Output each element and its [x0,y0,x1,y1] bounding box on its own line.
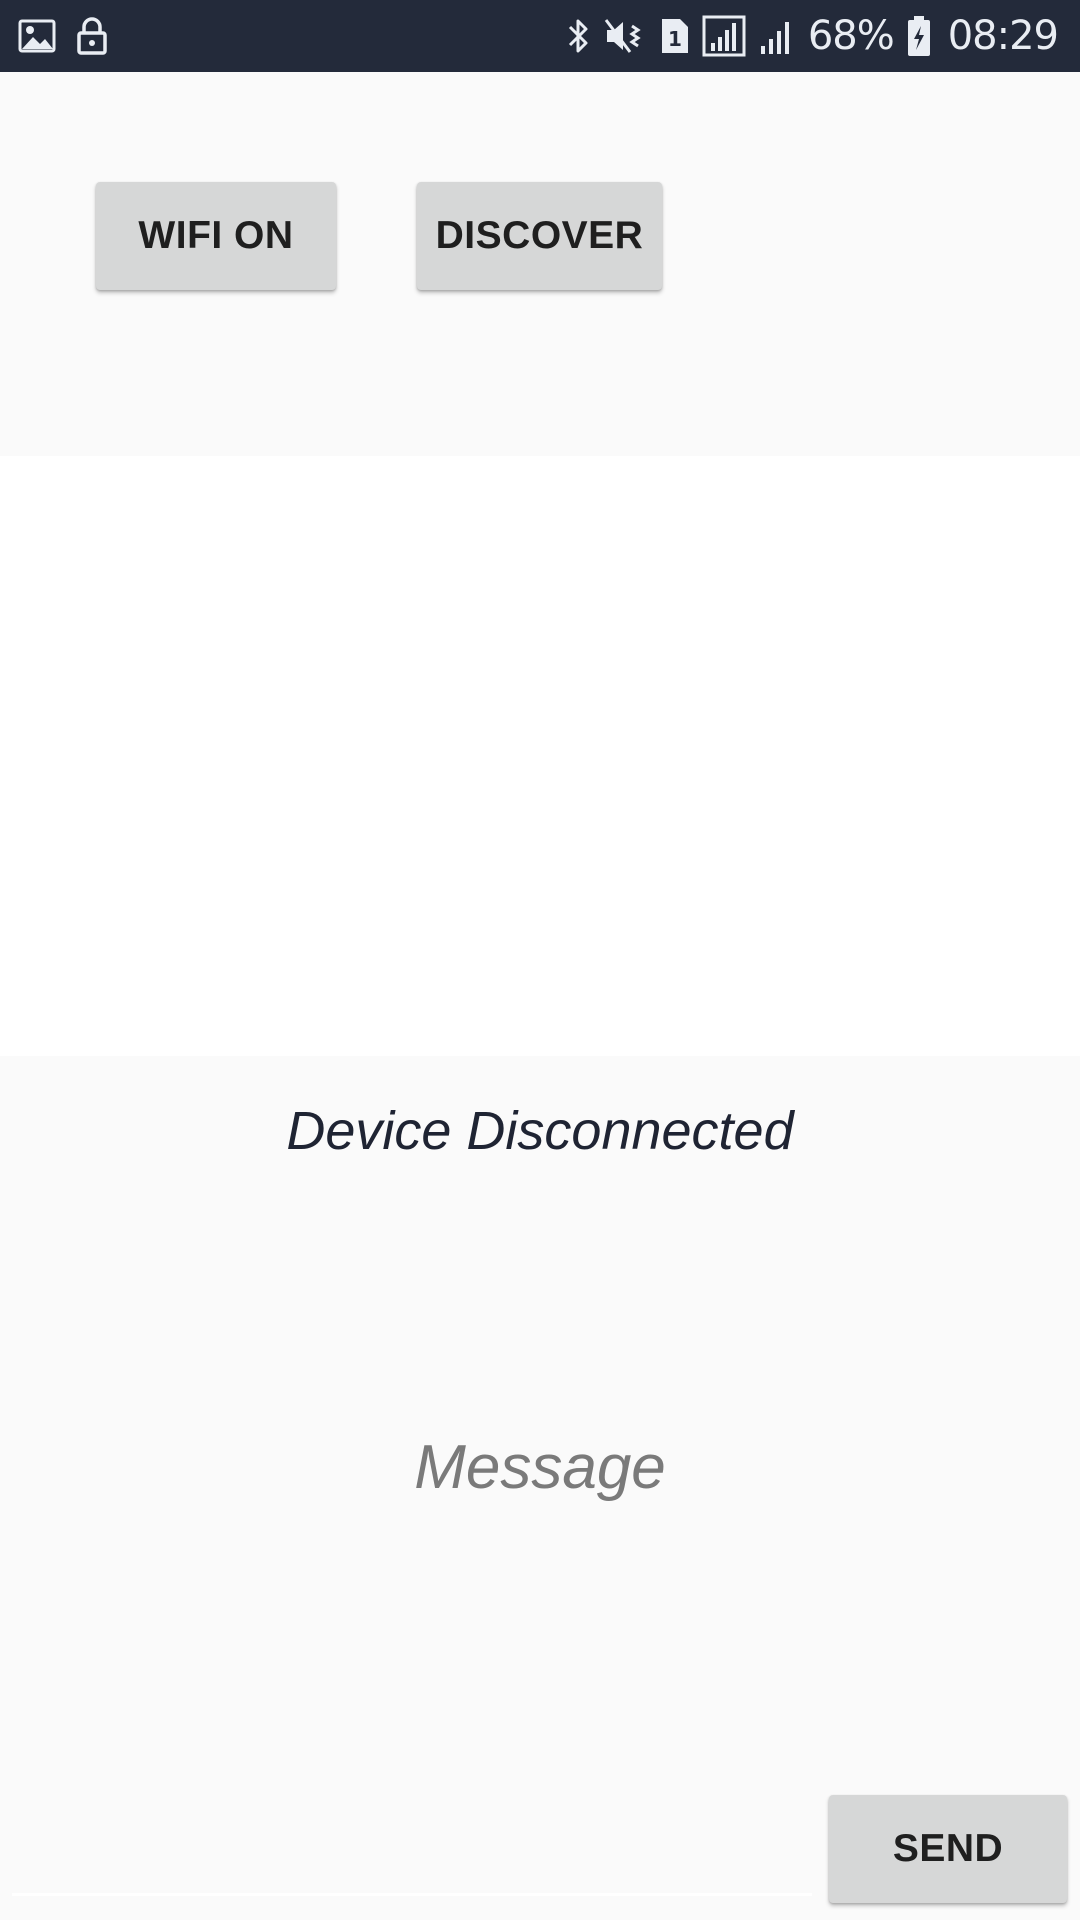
wifi-toggle-button[interactable]: WIFI ON [96,182,336,290]
mute-vibrate-icon [604,16,646,56]
sim-1-icon: 1 [658,17,690,55]
battery-charging-icon [906,15,932,57]
status-bar-left [18,0,108,72]
status-bar: 1 68% 08:29 [0,0,1080,72]
send-button[interactable]: SEND [829,1795,1067,1903]
status-bar-right: 1 68% 08:29 [566,0,1059,72]
message-display: Message [414,1433,666,1502]
peer-list[interactable] [0,456,1080,1056]
signal-icon [702,15,746,57]
clock: 08:29 [947,13,1059,59]
bluetooth-icon [566,16,592,56]
lock-icon [76,17,108,55]
discover-button[interactable]: DISCOVER [417,182,662,290]
message-input[interactable] [12,1800,812,1896]
connection-status: Device Disconnected [286,1101,794,1161]
battery-percent: 68% [807,13,895,59]
svg-text:1: 1 [668,27,682,51]
image-icon [18,19,56,53]
signal-icon [758,16,796,56]
